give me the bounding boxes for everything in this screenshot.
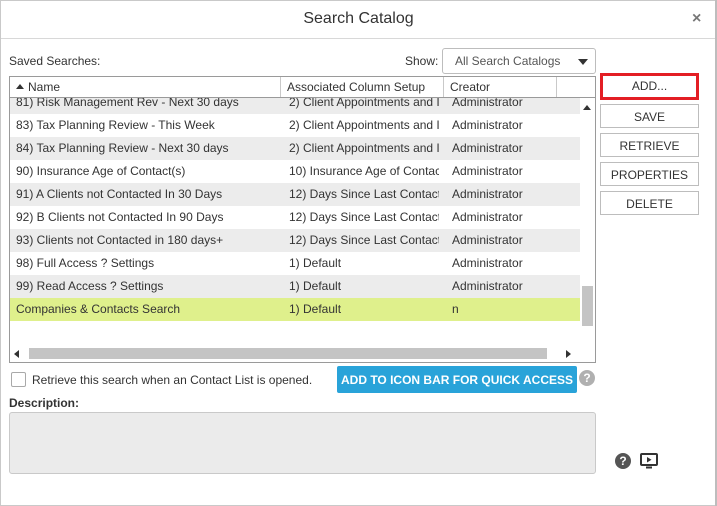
row-name: 99) Read Access ? Settings <box>16 279 164 293</box>
table-row[interactable]: 91) A Clients not Contacted In 30 Days 1… <box>10 183 580 206</box>
dialog-title: Search Catalog <box>303 10 414 27</box>
help-icon[interactable]: ? <box>615 453 631 469</box>
column-header-setup[interactable]: Associated Column Setup <box>281 77 444 97</box>
retrieve-on-open-checkbox[interactable] <box>11 372 26 387</box>
save-button[interactable]: SAVE <box>600 104 699 128</box>
scroll-up-icon[interactable] <box>583 105 591 110</box>
row-creator: Administrator <box>452 256 523 270</box>
horizontal-scrollbar[interactable] <box>10 345 595 362</box>
saved-searches-label: Saved Searches: <box>9 54 101 68</box>
row-creator: Administrator <box>452 164 523 178</box>
row-setup: 2) Client Appointments and I <box>289 98 439 109</box>
row-setup: 12) Days Since Last Contact <box>289 233 439 247</box>
retrieve-button[interactable]: RETRIEVE <box>600 133 699 157</box>
table-row[interactable]: 98) Full Access ? Settings 1) Default Ad… <box>10 252 580 275</box>
row-setup: 12) Days Since Last Contact <box>289 187 439 201</box>
table-row[interactable]: 84) Tax Planning Review - Next 30 days 2… <box>10 137 580 160</box>
vertical-scrollbar[interactable] <box>580 98 595 348</box>
row-setup: 12) Days Since Last Contact <box>289 210 439 224</box>
row-creator: Administrator <box>452 233 523 247</box>
title-bar: Search Catalog × <box>1 1 716 39</box>
row-creator: Administrator <box>452 118 523 132</box>
row-setup: 1) Default <box>289 279 342 293</box>
row-name: 92) B Clients not Contacted In 90 Days <box>16 210 224 224</box>
row-creator: n <box>452 302 459 316</box>
vertical-scroll-thumb[interactable] <box>582 286 593 326</box>
row-setup: 1) Default <box>289 302 342 316</box>
table-row-selected[interactable]: Companies & Contacts Search 1) Default n <box>10 298 580 321</box>
row-name: 84) Tax Planning Review - Next 30 days <box>16 141 229 155</box>
row-creator: Administrator <box>452 141 523 155</box>
retrieve-on-open-label: Retrieve this search when an Contact Lis… <box>32 373 313 387</box>
grid-rows: 81) Risk Management Rev - Next 30 days 2… <box>10 98 580 348</box>
table-row[interactable]: 90) Insurance Age of Contact(s) 10) Insu… <box>10 160 580 183</box>
description-textarea[interactable] <box>9 412 596 474</box>
help-icon[interactable]: ? <box>579 370 595 386</box>
description-label: Description: <box>9 396 80 410</box>
show-catalog-selected: All Search Catalogs <box>455 54 561 68</box>
row-creator: Administrator <box>452 187 523 201</box>
saved-searches-grid: Name Associated Column Setup Creator 81)… <box>9 76 596 363</box>
video-icon[interactable] <box>640 453 658 469</box>
row-name: Companies & Contacts Search <box>16 302 181 316</box>
show-catalog-select[interactable]: All Search Catalogs <box>442 48 596 74</box>
row-setup: 2) Client Appointments and I <box>289 118 439 132</box>
grid-header: Name Associated Column Setup Creator <box>10 77 595 98</box>
row-creator: Administrator <box>452 98 523 109</box>
table-row[interactable]: 92) B Clients not Contacted In 90 Days 1… <box>10 206 580 229</box>
table-row[interactable]: 81) Risk Management Rev - Next 30 days 2… <box>10 98 580 114</box>
sort-ascending-icon <box>16 84 24 89</box>
table-row[interactable]: 83) Tax Planning Review - This Week 2) C… <box>10 114 580 137</box>
row-creator: Administrator <box>452 210 523 224</box>
row-setup: 1) Default <box>289 256 342 270</box>
add-button[interactable]: ADD... <box>600 73 699 100</box>
row-name: 91) A Clients not Contacted In 30 Days <box>16 187 223 201</box>
search-catalog-dialog: Search Catalog × Saved Searches: Show: A… <box>0 0 717 506</box>
row-setup: 2) Client Appointments and I <box>289 141 439 155</box>
close-icon[interactable]: × <box>692 11 706 27</box>
column-header-creator[interactable]: Creator <box>444 77 557 97</box>
row-name: 93) Clients not Contacted in 180 days+ <box>16 233 224 247</box>
row-name: 98) Full Access ? Settings <box>16 256 155 270</box>
table-row[interactable]: 93) Clients not Contacted in 180 days+ 1… <box>10 229 580 252</box>
column-header-spacer <box>557 77 595 97</box>
table-row[interactable]: 99) Read Access ? Settings 1) Default Ad… <box>10 275 580 298</box>
add-to-icon-bar-button[interactable]: ADD TO ICON BAR FOR QUICK ACCESS <box>337 366 577 393</box>
show-label: Show: <box>405 54 439 68</box>
delete-button[interactable]: DELETE <box>600 191 699 215</box>
properties-button[interactable]: PROPERTIES <box>600 162 699 186</box>
row-name: 83) Tax Planning Review - This Week <box>16 118 215 132</box>
row-creator: Administrator <box>452 279 523 293</box>
column-header-name[interactable]: Name <box>10 77 281 97</box>
row-name: 81) Risk Management Rev - Next 30 days <box>16 98 239 109</box>
row-setup: 10) Insurance Age of Contac <box>289 164 439 178</box>
horizontal-scroll-thumb[interactable] <box>29 348 547 359</box>
scroll-right-icon[interactable] <box>566 350 571 358</box>
chevron-down-icon <box>578 59 588 65</box>
scroll-left-icon[interactable] <box>14 350 19 358</box>
row-name: 90) Insurance Age of Contact(s) <box>16 164 186 178</box>
